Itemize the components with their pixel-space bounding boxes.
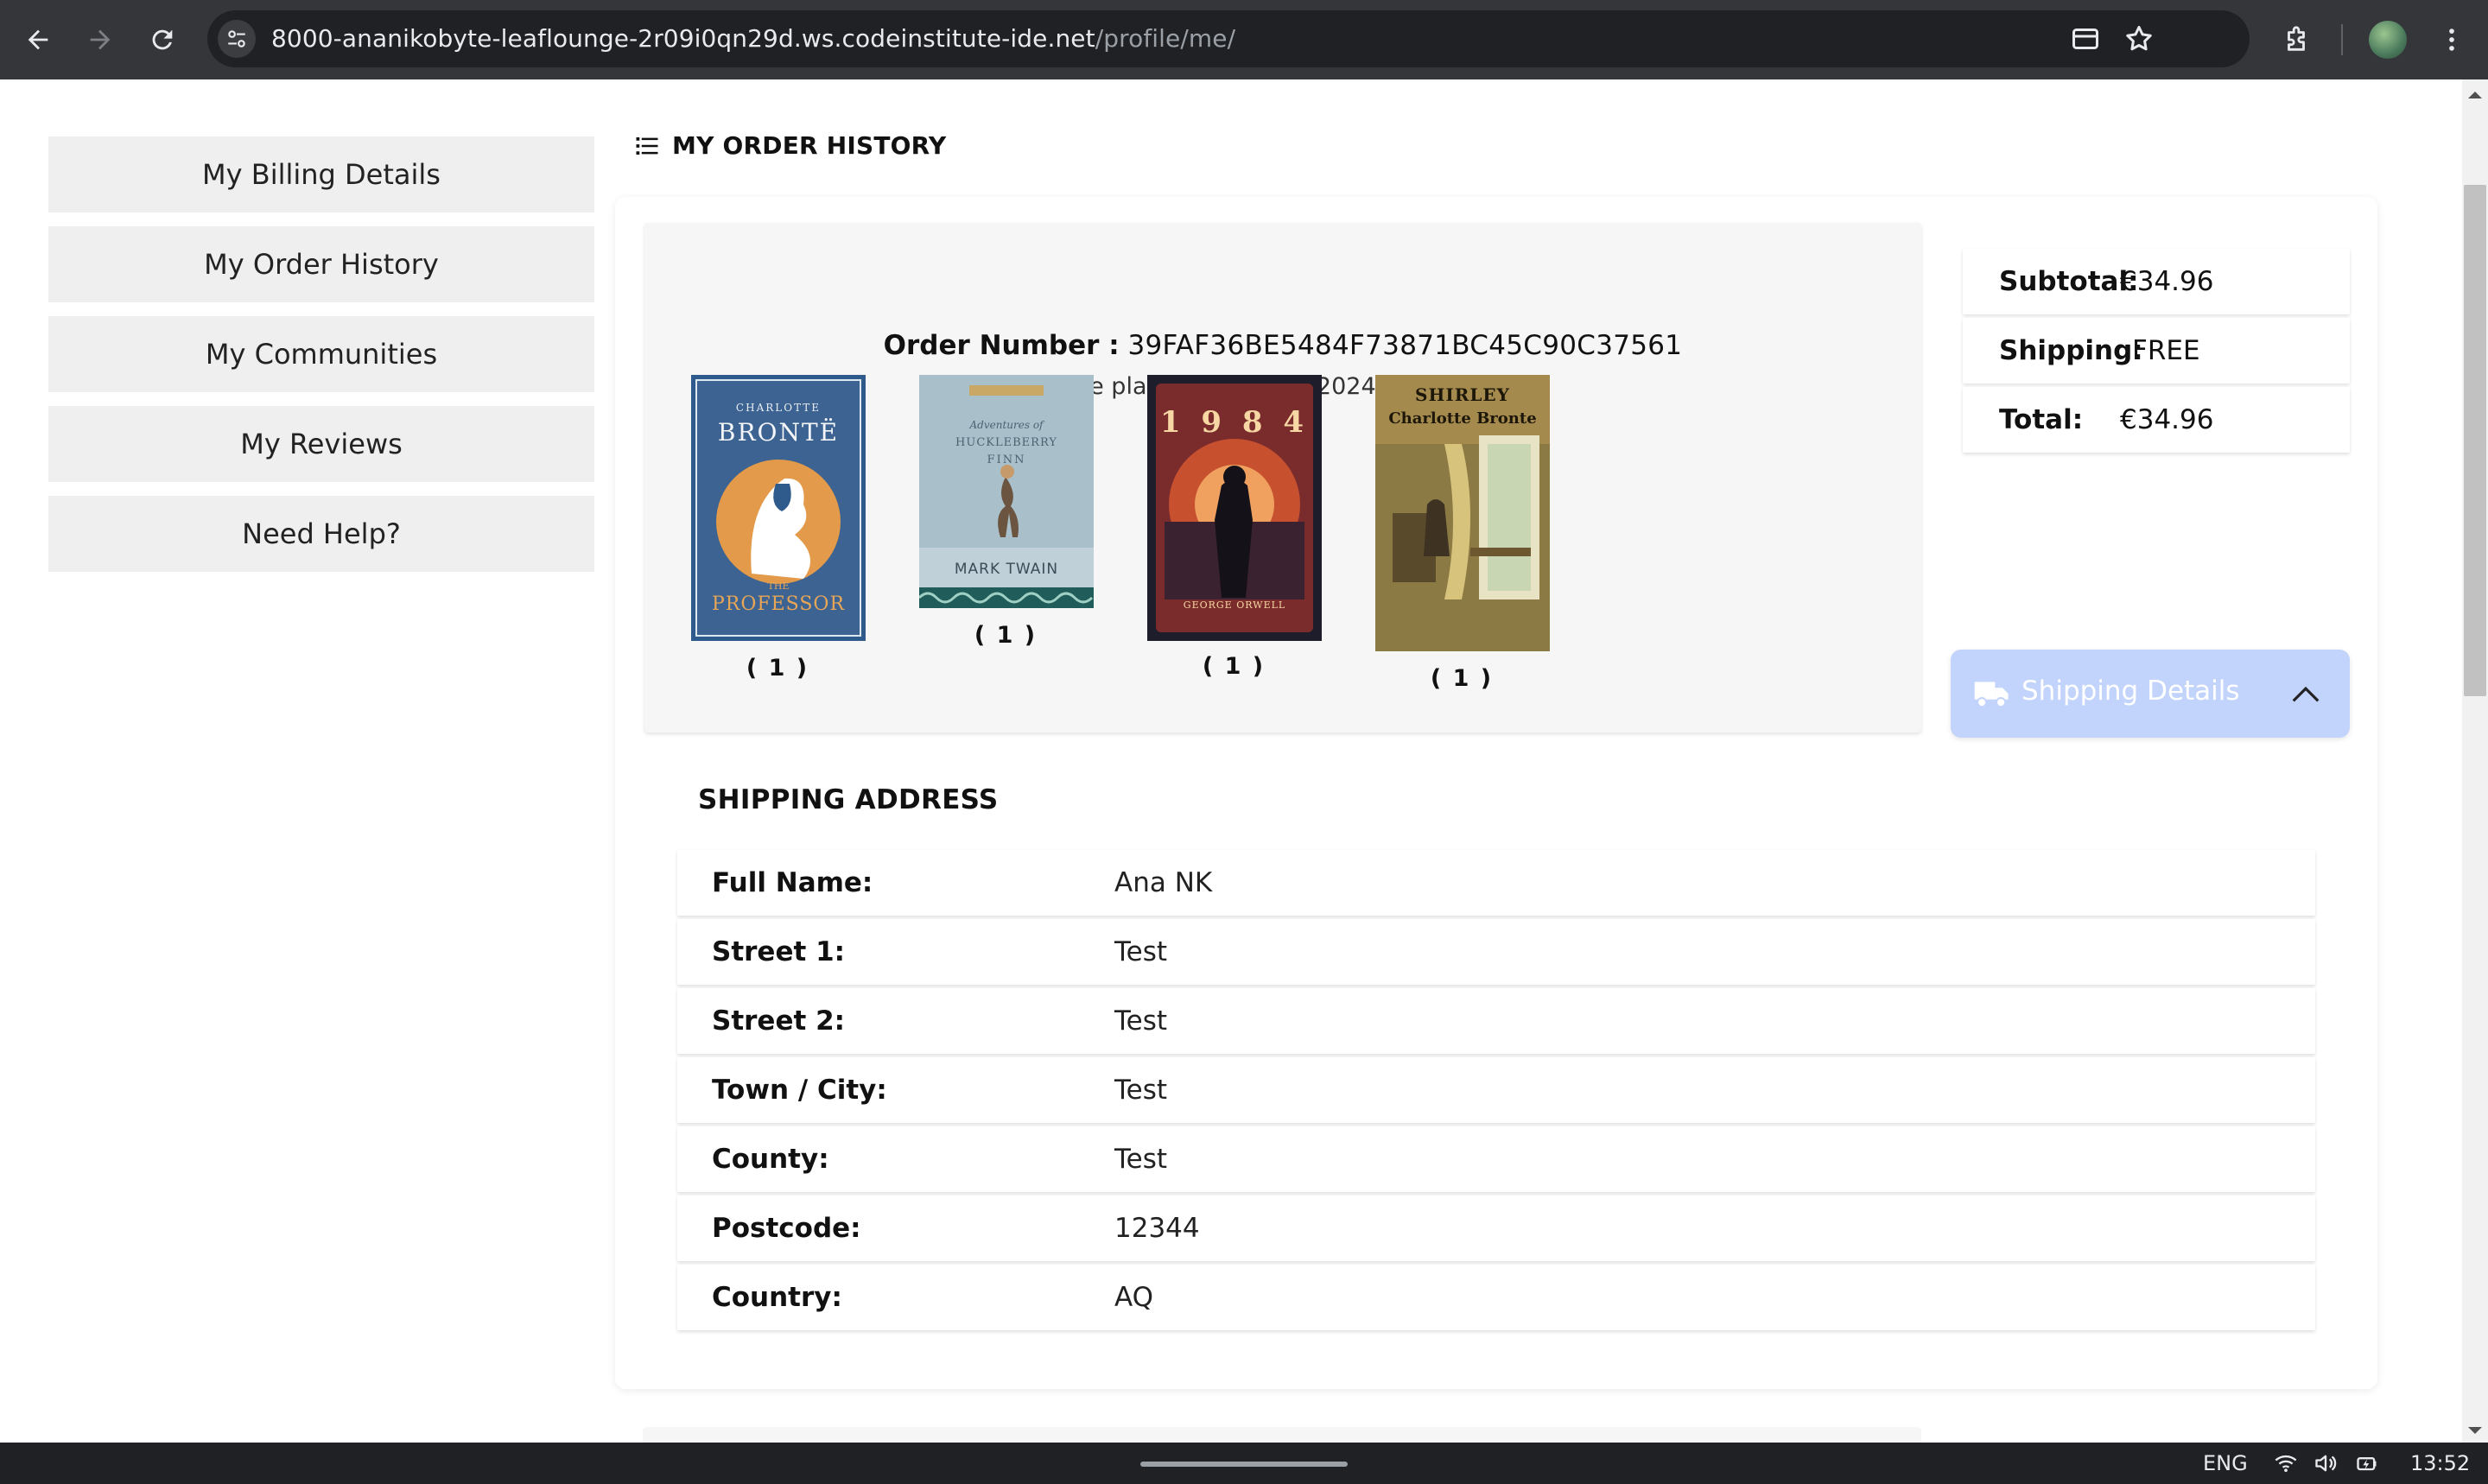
order-items-panel: Order Number : 39FAF36BE5484F73871BC45C9… — [644, 223, 1921, 732]
cover-author: CHARLOTTE — [736, 402, 821, 414]
section-title: MY ORDER HISTORY — [672, 131, 947, 160]
total-row: Total: €34.96 — [1963, 387, 2350, 453]
field-label: Street 1: — [712, 936, 846, 967]
need-help-button[interactable]: Need Help? — [48, 496, 594, 572]
chevron-up-icon — [2292, 686, 2320, 702]
order-summary: Subtotal: €34.96 Shipping: FREE Total: €… — [1963, 249, 2350, 456]
scrollbar-thumb[interactable] — [2464, 185, 2486, 696]
cover-title: Adventures of — [969, 419, 1046, 431]
reviews-button[interactable]: My Reviews — [48, 406, 594, 482]
order-number: Order Number : 39FAF36BE5484F73871BC45C9… — [883, 330, 1683, 361]
kebab-menu-icon — [2449, 29, 2454, 51]
list-icon — [636, 136, 658, 155]
browser-toolbar: 8000-ananikobyte-leaflounge-2r09i0qn29d.… — [0, 0, 2488, 79]
subtotal-row: Subtotal: €34.96 — [1963, 249, 2350, 314]
subtotal-label: Subtotal: — [1999, 266, 2139, 297]
scroll-up-arrow-icon[interactable] — [2466, 86, 2484, 104]
total-value: €34.96 — [2120, 404, 2214, 435]
field-value: Ana NK — [1114, 867, 1213, 898]
field-label: Street 2: — [712, 1005, 846, 1037]
puzzle-icon — [2288, 26, 2305, 51]
address-row-full-name: Full Name: Ana NK — [677, 850, 2315, 916]
shipping-address-title: SHIPPING ADDRESS — [698, 784, 999, 815]
book-quantity: ( 1 ) — [1430, 665, 1494, 692]
cover-title: SHIRLEY — [1415, 384, 1510, 405]
cover-subtitle-2: PROFESSOR — [712, 593, 846, 615]
extensions-button[interactable] — [2272, 16, 2320, 64]
field-label: Town / City: — [712, 1075, 887, 1106]
profile-sidebar: My Billing Details My Order History My C… — [48, 136, 594, 586]
scroll-down-arrow-icon[interactable] — [2466, 1422, 2484, 1439]
field-value: 12344 — [1114, 1213, 1200, 1244]
address-row-county: County: Test — [677, 1126, 2315, 1192]
reload-button[interactable] — [138, 16, 187, 64]
address-row-street-2: Street 2: Test — [677, 988, 2315, 1054]
book-quantity: ( 1 ) — [746, 655, 809, 682]
cover-title: 1 9 8 4 — [1160, 405, 1309, 440]
shipping-details-toggle[interactable]: Shipping Details — [1951, 650, 2350, 738]
book-cover-shirley[interactable]: SHIRLEY Charlotte Bronte — [1375, 375, 1550, 651]
forward-arrow-icon — [90, 29, 111, 50]
field-value: Test — [1114, 936, 1168, 967]
field-value: Test — [1114, 1005, 1168, 1037]
section-heading: MY ORDER HISTORY — [634, 131, 946, 160]
shipping-row: Shipping: FREE — [1963, 318, 2350, 384]
total-label: Total: — [1999, 404, 2084, 435]
book-quantity: ( 1 ) — [974, 622, 1038, 649]
book-quantity: ( 1 ) — [1202, 653, 1266, 680]
menu-button[interactable] — [2428, 16, 2476, 64]
os-taskbar: ENG 13:52 — [0, 1443, 2488, 1484]
cover-subtitle-2: FINN — [987, 453, 1026, 466]
address-row-country: Country: AQ — [677, 1265, 2315, 1330]
volume-icon[interactable] — [2313, 1451, 2338, 1475]
toolbar-divider — [2341, 24, 2343, 55]
site-info-icon[interactable] — [218, 20, 256, 58]
book-cover-huckleberry-finn[interactable]: Adventures of HUCKLEBERRY FINN MARK TWAI… — [919, 375, 1094, 608]
field-label: County: — [712, 1144, 829, 1175]
cover-author: GEORGE ORWELL — [1184, 599, 1285, 611]
field-value: Test — [1114, 1075, 1168, 1106]
cover-title: BRONTË — [718, 418, 839, 447]
field-label: Full Name: — [712, 867, 873, 898]
reload-icon — [152, 29, 173, 50]
back-arrow-icon — [28, 29, 48, 50]
address-row-street-1: Street 1: Test — [677, 919, 2315, 985]
page-content: My Billing Details My Order History My C… — [0, 79, 2462, 1443]
truck-icon — [1974, 682, 2009, 708]
battery-charging-icon[interactable] — [2355, 1451, 2379, 1475]
book-cover-the-professor[interactable]: CHARLOTTE BRONTË THE PROFESSOR — [691, 375, 866, 641]
cover-subtitle: THE — [768, 580, 790, 592]
bookmark-star-icon[interactable] — [2123, 23, 2155, 54]
input-language[interactable]: ENG — [2203, 1451, 2248, 1475]
forward-button[interactable] — [76, 16, 124, 64]
wifi-icon[interactable] — [2274, 1451, 2298, 1475]
book-cover-1984[interactable]: 1 9 8 4 GEORGE ORWELL — [1147, 375, 1322, 641]
next-order-panel — [643, 1427, 1921, 1443]
card-icon[interactable] — [2070, 23, 2101, 54]
address-row-town-city: Town / City: Test — [677, 1057, 2315, 1123]
shipping-details-label: Shipping Details — [2022, 675, 2240, 707]
subtotal-value: €34.96 — [2120, 266, 2214, 297]
shipping-address-table: Full Name: Ana NK Street 1: Test Street 2:… — [677, 850, 2315, 1334]
cover-subtitle: HUCKLEBERRY — [955, 436, 1057, 449]
order-history-button[interactable]: My Order History — [48, 226, 594, 302]
field-value: Test — [1114, 1144, 1168, 1175]
address-row-postcode: Postcode: 12344 — [677, 1195, 2315, 1261]
address-bar[interactable]: 8000-ananikobyte-leaflounge-2r09i0qn29d.… — [207, 10, 2250, 67]
shelf-handle[interactable] — [1140, 1462, 1348, 1467]
field-label: Country: — [712, 1282, 842, 1313]
cover-author: MARK TWAIN — [955, 561, 1058, 578]
billing-details-button[interactable]: My Billing Details — [48, 136, 594, 212]
clock[interactable]: 13:52 — [2410, 1451, 2470, 1475]
shipping-value: FREE — [2132, 335, 2200, 366]
url-text: 8000-ananikobyte-leaflounge-2r09i0qn29d.… — [271, 24, 1236, 53]
back-button[interactable] — [14, 16, 62, 64]
cover-author: Charlotte Bronte — [1388, 409, 1536, 428]
field-label: Postcode: — [712, 1213, 861, 1244]
profile-avatar[interactable] — [2369, 21, 2407, 59]
field-value: AQ — [1114, 1282, 1154, 1313]
communities-button[interactable]: My Communities — [48, 316, 594, 392]
shipping-label: Shipping: — [1999, 335, 2143, 366]
